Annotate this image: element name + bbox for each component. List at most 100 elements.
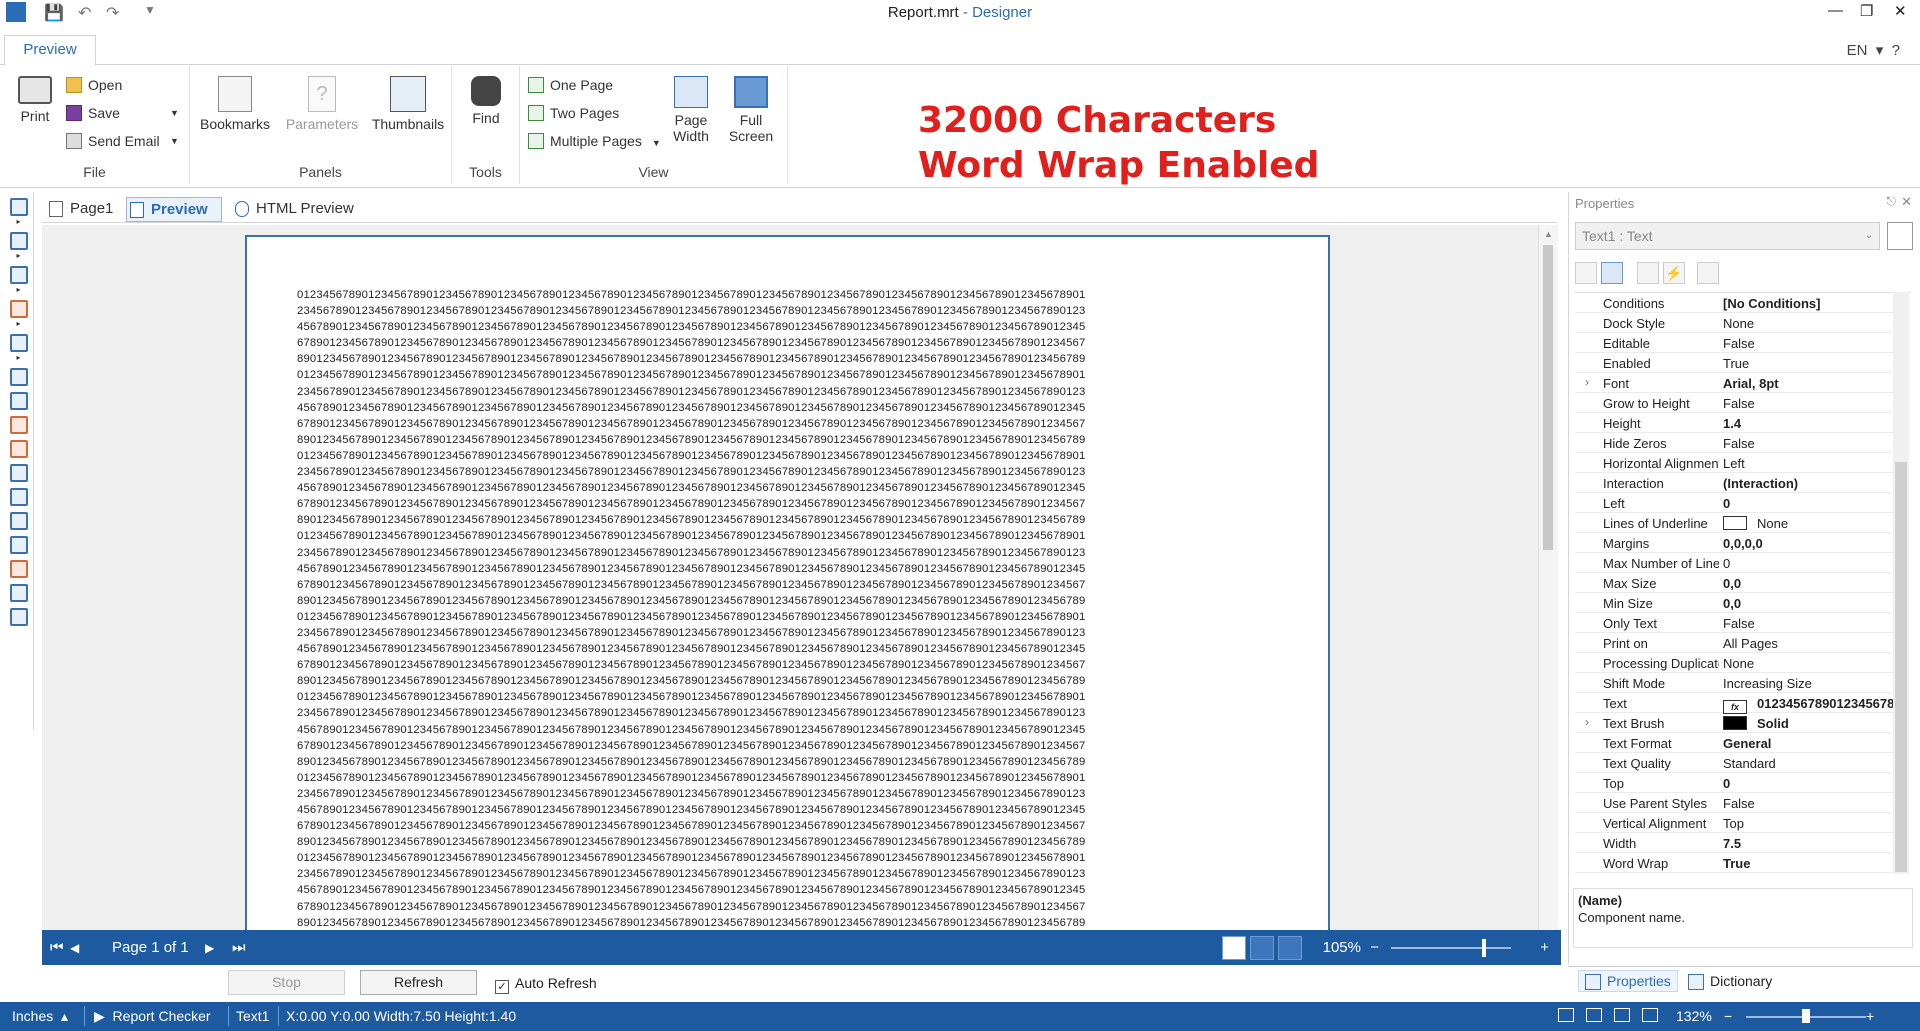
text-tool-icon[interactable]: [9, 368, 28, 386]
one-page-button[interactable]: One Page: [528, 74, 613, 96]
property-row[interactable]: Conditions [No Conditions]: [1575, 293, 1895, 313]
print-button[interactable]: Print: [10, 76, 60, 124]
multiple-pages-button[interactable]: Multiple Pages ▼: [528, 130, 661, 152]
status-fit-icon[interactable]: [1642, 1008, 1658, 1022]
refresh-button[interactable]: Refresh: [360, 970, 477, 995]
categorized-view-icon[interactable]: [1575, 262, 1597, 284]
tab-html-preview[interactable]: HTML Preview: [232, 197, 362, 222]
property-value[interactable]: Top: [1723, 816, 1895, 831]
status-doc-icon[interactable]: [1614, 1008, 1630, 1022]
expand-arrow-icon[interactable]: ▸: [4, 252, 33, 260]
expand-arrow-icon[interactable]: ▸: [4, 286, 33, 294]
property-value[interactable]: [No Conditions]: [1723, 296, 1895, 311]
property-row[interactable]: Use Parent Styles False: [1575, 793, 1895, 813]
save-dropdown-icon[interactable]: ▼: [170, 102, 179, 124]
property-value[interactable]: Arial, 8pt: [1723, 376, 1895, 391]
property-value[interactable]: False: [1723, 796, 1895, 811]
checkbox-checked-icon[interactable]: ✓: [495, 980, 509, 994]
property-value[interactable]: True: [1723, 356, 1895, 371]
property-grid-scroll-thumb[interactable]: [1895, 462, 1907, 872]
expand-arrow-icon[interactable]: ▸: [4, 320, 33, 328]
rich-text-tool-icon[interactable]: [9, 392, 28, 410]
property-value[interactable]: Solid: [1723, 716, 1895, 731]
continuous-view-icon[interactable]: [1250, 936, 1274, 960]
language-selector[interactable]: EN ▾ ?: [1847, 41, 1900, 59]
send-email-button[interactable]: Send Email ▼: [66, 130, 179, 152]
property-row[interactable]: › Font Arial, 8pt: [1575, 373, 1895, 393]
two-pages-button[interactable]: Two Pages: [528, 102, 619, 124]
property-value[interactable]: True: [1723, 856, 1895, 871]
send-email-dropdown-icon[interactable]: ▼: [170, 130, 179, 152]
expand-chevron-icon[interactable]: ›: [1585, 375, 1589, 389]
property-value[interactable]: 0: [1723, 776, 1895, 791]
property-value[interactable]: All Pages: [1723, 636, 1895, 651]
bookmarks-button[interactable]: Bookmarks: [200, 76, 270, 132]
property-value[interactable]: False: [1723, 396, 1895, 411]
band-tool-icon[interactable]: [9, 198, 28, 216]
minimize-icon[interactable]: —: [1828, 2, 1843, 19]
property-row[interactable]: Print on All Pages: [1575, 633, 1895, 653]
thumbnails-button[interactable]: Thumbnails: [370, 76, 446, 132]
expand-arrow-icon[interactable]: ▸: [4, 218, 33, 226]
property-value[interactable]: False: [1723, 336, 1895, 351]
status-zoom-thumb[interactable]: [1802, 1009, 1810, 1023]
alphabetical-view-icon[interactable]: [1601, 262, 1623, 284]
zoom-in-icon[interactable]: +: [1540, 939, 1549, 956]
property-value[interactable]: False: [1723, 616, 1895, 631]
property-row[interactable]: Margins 0,0,0,0: [1575, 533, 1895, 553]
property-value[interactable]: 0,0: [1723, 576, 1895, 591]
auto-refresh-checkbox[interactable]: ✓ Auto Refresh: [495, 975, 597, 994]
property-value[interactable]: Increasing Size: [1723, 676, 1895, 691]
property-value[interactable]: (Interaction): [1723, 476, 1895, 491]
panel-close-icon[interactable]: ✕: [1901, 194, 1912, 210]
previous-page-icon[interactable]: ◀: [70, 941, 79, 955]
property-value[interactable]: None: [1723, 516, 1895, 531]
property-row[interactable]: Vertical Alignment Top: [1575, 813, 1895, 833]
parameters-button[interactable]: ? Parameters: [282, 76, 362, 132]
property-row[interactable]: Horizontal Alignment Left: [1575, 453, 1895, 473]
property-row[interactable]: Lines of Underline None: [1575, 513, 1895, 533]
component-puzzle-icon[interactable]: [9, 334, 28, 352]
property-row[interactable]: Interaction (Interaction): [1575, 473, 1895, 493]
component-selector[interactable]: Text1 : Text ⌄: [1575, 222, 1880, 250]
zoom-out-icon[interactable]: −: [1370, 939, 1379, 956]
property-row[interactable]: Max Number of Lines 0: [1575, 553, 1895, 573]
scroll-up-icon[interactable]: ▲: [1539, 229, 1558, 239]
table-tool-icon[interactable]: [9, 512, 28, 530]
property-value[interactable]: General: [1723, 736, 1895, 751]
expand-chevron-icon[interactable]: ›: [1585, 715, 1589, 729]
property-value[interactable]: Standard: [1723, 756, 1895, 771]
events-lightning-icon[interactable]: ⚡: [1663, 262, 1685, 284]
property-row[interactable]: Height 1.4: [1575, 413, 1895, 433]
expand-arrow-icon[interactable]: ▸: [4, 354, 33, 362]
property-value[interactable]: fx 01234567890123456789: [1723, 696, 1895, 714]
panel-tool-icon[interactable]: [9, 266, 28, 284]
stop-button[interactable]: Stop: [228, 970, 345, 995]
property-row[interactable]: Editable False: [1575, 333, 1895, 353]
property-value[interactable]: 1.4: [1723, 416, 1895, 431]
tab-properties[interactable]: Properties: [1578, 970, 1678, 992]
open-button[interactable]: Open: [66, 74, 122, 96]
property-row[interactable]: Text fx 01234567890123456789: [1575, 693, 1895, 714]
status-view-icon[interactable]: [1558, 1008, 1574, 1022]
property-value[interactable]: 7.5: [1723, 836, 1895, 851]
next-page-icon[interactable]: ▶: [205, 941, 214, 955]
property-row[interactable]: Dock Style None: [1575, 313, 1895, 333]
multiple-pages-view-icon[interactable]: [1278, 936, 1302, 960]
property-row[interactable]: Top 0: [1575, 773, 1895, 793]
pin-icon[interactable]: ⎋: [1887, 194, 1897, 209]
property-value[interactable]: None: [1723, 656, 1895, 671]
property-row[interactable]: Processing Duplicates None: [1575, 653, 1895, 673]
picture-tool-icon[interactable]: [9, 560, 28, 578]
property-row[interactable]: Enabled True: [1575, 353, 1895, 373]
footer-tool-icon[interactable]: [9, 488, 28, 506]
property-value[interactable]: 0: [1723, 556, 1895, 571]
tab-page1[interactable]: Page1: [46, 197, 116, 222]
image-tool-icon[interactable]: [9, 300, 28, 318]
zoom-slider[interactable]: [1391, 947, 1511, 949]
header-tool-icon[interactable]: [9, 464, 28, 482]
property-value[interactable]: None: [1723, 316, 1895, 331]
property-value[interactable]: 0,0: [1723, 596, 1895, 611]
property-row[interactable]: Min Size 0,0: [1575, 593, 1895, 613]
text-in-cells-tool-icon[interactable]: [9, 416, 28, 434]
